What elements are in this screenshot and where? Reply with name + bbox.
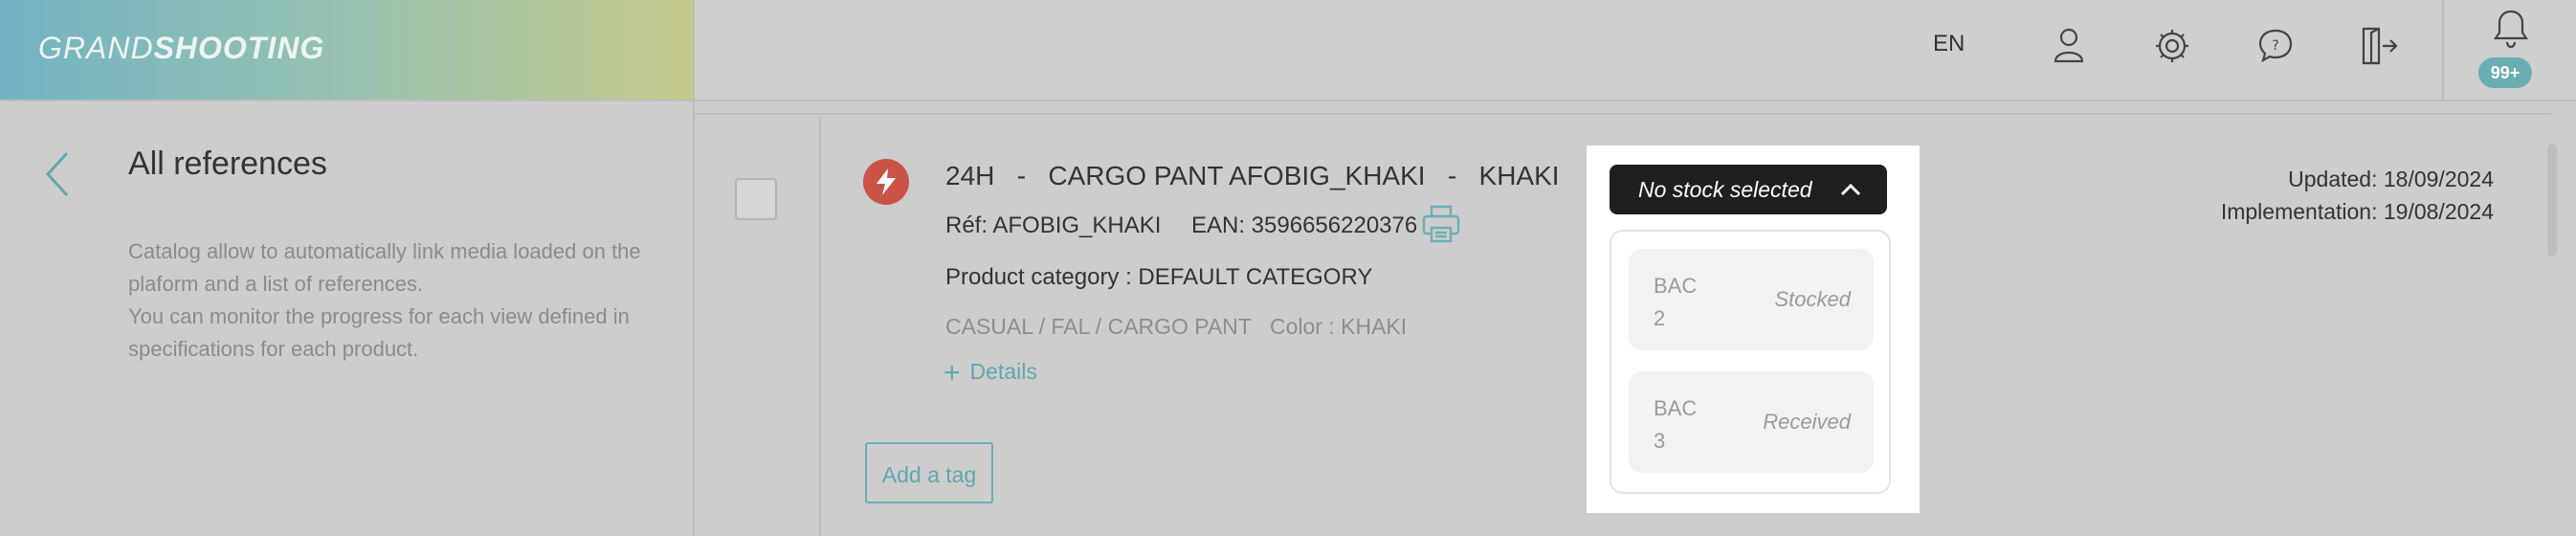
logo-bold-text: SHOOTING [153, 31, 325, 65]
stock-dropdown: No stock selected BAC 2 Stocked BAC 3 Re… [1587, 145, 1920, 513]
product-title[interactable]: 24H - CARGO PANT AFOBIG_KHAKI - KHAKI [945, 161, 1560, 191]
help-icon[interactable]: ? [2251, 21, 2300, 71]
implementation-date: Implementation: 19/08/2024 [2220, 199, 2494, 224]
logo-light-text: GRAND [38, 31, 154, 65]
dates-block: Updated: 18/09/2024 Implementation: 19/0… [2221, 163, 2494, 228]
notification-count-badge: 99+ [2478, 57, 2532, 88]
selection-column [695, 117, 821, 536]
svg-text:?: ? [2272, 38, 2278, 54]
printer-icon[interactable] [1420, 203, 1462, 245]
updated-date: Updated: 18/09/2024 [2288, 167, 2494, 191]
plus-icon: + [944, 357, 961, 389]
product-color: Color : KHAKI [1270, 314, 1408, 339]
product-ref: Réf: AFOBIG_KHAKI [945, 212, 1162, 238]
details-toggle[interactable]: + Details [944, 354, 1037, 389]
gear-icon[interactable] [2147, 21, 2197, 71]
logout-icon[interactable] [2354, 21, 2404, 71]
notifications[interactable]: 99+ [2442, 0, 2576, 100]
page-title: All references [128, 145, 327, 182]
stock-options-list: BAC 2 Stocked BAC 3 Received [1610, 230, 1891, 494]
product-path: CASUAL / FAL / CARGO PANT [945, 314, 1252, 339]
stock-option-bac: BAC 3 [1654, 396, 1698, 453]
stock-option-status: Stocked [1774, 287, 1852, 311]
stock-option[interactable]: BAC 2 Stocked [1629, 249, 1874, 350]
stock-option[interactable]: BAC 3 Received [1629, 371, 1874, 473]
stock-select-label: No stock selected [1638, 177, 1812, 202]
description-line-2: You can monitor the progress for each vi… [128, 304, 630, 361]
left-panel: All references Catalog allow to automati… [0, 101, 695, 536]
lightning-icon [863, 159, 909, 205]
back-chevron-icon[interactable] [38, 145, 77, 203]
product-checkbox[interactable] [735, 178, 777, 220]
scrollbar[interactable] [2547, 144, 2557, 257]
details-label: Details [969, 359, 1037, 384]
user-icon[interactable] [2044, 21, 2094, 71]
stock-select-button[interactable]: No stock selected [1610, 165, 1887, 214]
logo-area: GRANDSHOOTING [0, 0, 695, 100]
logo[interactable]: GRANDSHOOTING [38, 31, 324, 66]
stock-option-bac: BAC 2 [1654, 274, 1698, 330]
description-line-1: Catalog allow to automatically link medi… [128, 239, 641, 296]
bell-icon [2493, 10, 2529, 49]
language-selector[interactable]: EN [1933, 31, 1965, 57]
product-ean: EAN: 3596656220376 [1191, 212, 1418, 238]
add-tag-button[interactable]: Add a tag [865, 442, 993, 503]
product-category: Product category : DEFAULT CATEGORY [945, 264, 1373, 290]
page-description: Catalog allow to automatically link medi… [128, 235, 664, 366]
chevron-up-icon [1840, 183, 1861, 196]
stock-option-status: Received [1763, 410, 1851, 434]
divider [695, 113, 2551, 115]
top-bar: GRANDSHOOTING EN ? 99+ [0, 0, 2576, 101]
